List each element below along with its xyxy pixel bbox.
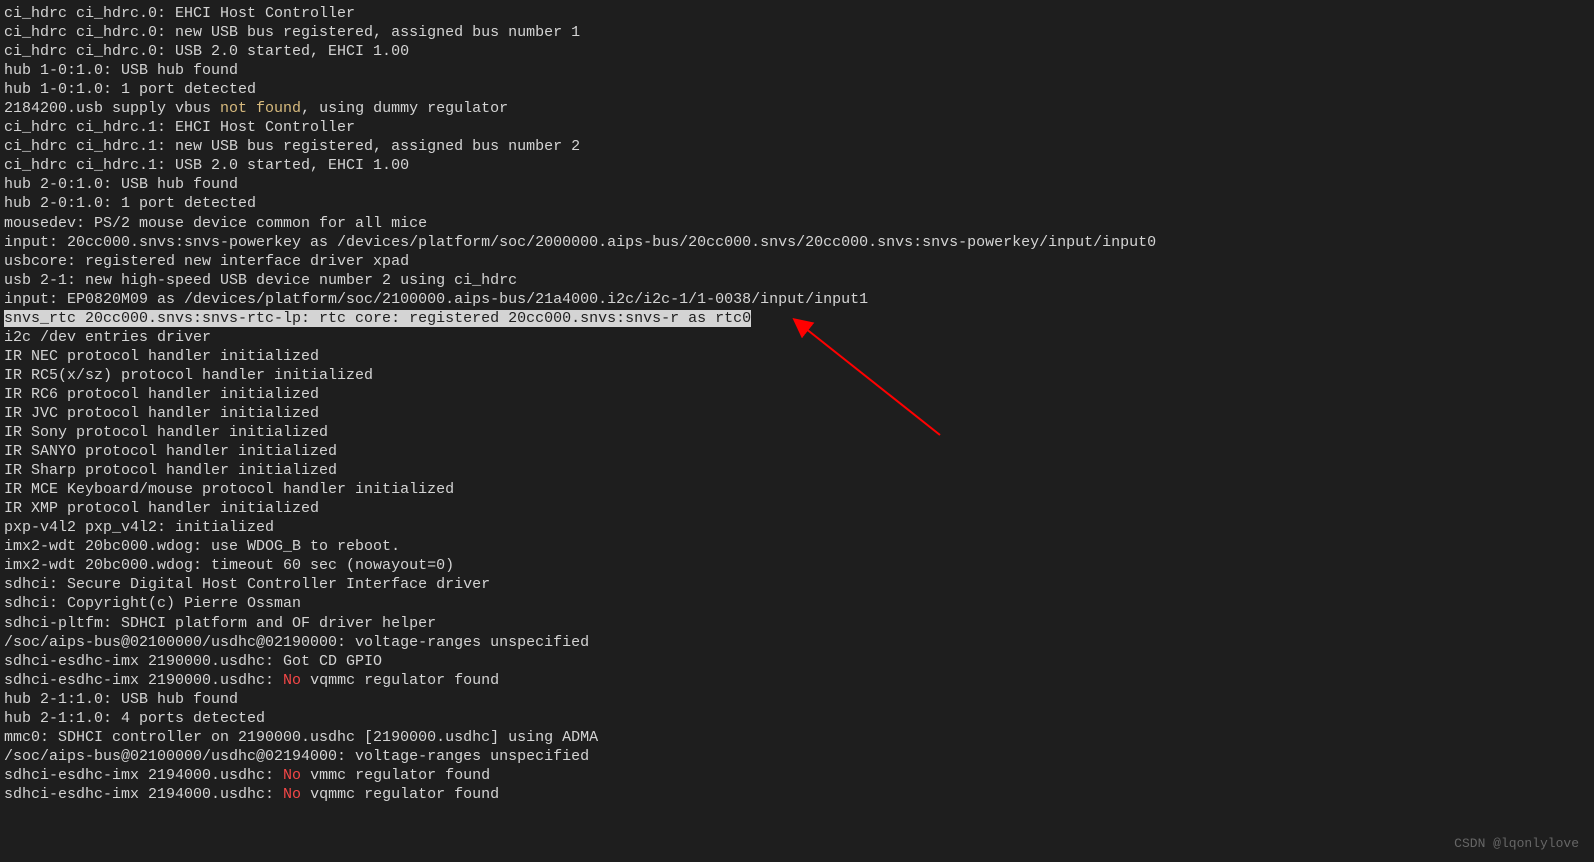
terminal-segment: sdhci-esdhc-imx 2194000.usdhc: <box>4 767 283 784</box>
terminal-line: 2184200.usb supply vbus not found, using… <box>4 99 1590 118</box>
terminal-line: mousedev: PS/2 mouse device common for a… <box>4 214 1590 233</box>
terminal-line: hub 2-1:1.0: USB hub found <box>4 690 1590 709</box>
terminal-segment: No <box>283 767 301 784</box>
terminal-segment: , using dummy regulator <box>301 100 508 117</box>
watermark-text: CSDN @lqonlylove <box>1454 836 1579 853</box>
terminal-line: hub 2-0:1.0: USB hub found <box>4 175 1590 194</box>
terminal-line: hub 1-0:1.0: 1 port detected <box>4 80 1590 99</box>
terminal-line: imx2-wdt 20bc000.wdog: timeout 60 sec (n… <box>4 556 1590 575</box>
terminal-line: IR JVC protocol handler initialized <box>4 404 1590 423</box>
terminal-line: snvs_rtc 20cc000.snvs:snvs-rtc-lp: rtc c… <box>4 309 1590 328</box>
terminal-line: sdhci-pltfm: SDHCI platform and OF drive… <box>4 614 1590 633</box>
terminal-segment: 2184200.usb supply vbus <box>4 100 220 117</box>
terminal-output[interactable]: ci_hdrc ci_hdrc.0: EHCI Host Controllerc… <box>4 4 1590 804</box>
terminal-line: ci_hdrc ci_hdrc.0: new USB bus registere… <box>4 23 1590 42</box>
terminal-line: ci_hdrc ci_hdrc.1: new USB bus registere… <box>4 137 1590 156</box>
terminal-line: IR Sharp protocol handler initialized <box>4 461 1590 480</box>
terminal-line: ci_hdrc ci_hdrc.0: USB 2.0 started, EHCI… <box>4 42 1590 61</box>
terminal-segment: snvs_rtc 20cc000.snvs:snvs-rtc-lp: rtc c… <box>4 310 751 327</box>
terminal-segment: not found <box>220 100 301 117</box>
terminal-line: usbcore: registered new interface driver… <box>4 252 1590 271</box>
terminal-line: IR XMP protocol handler initialized <box>4 499 1590 518</box>
terminal-line: ci_hdrc ci_hdrc.1: USB 2.0 started, EHCI… <box>4 156 1590 175</box>
terminal-line: mmc0: SDHCI controller on 2190000.usdhc … <box>4 728 1590 747</box>
terminal-segment: vqmmc regulator found <box>301 786 499 803</box>
terminal-line: i2c /dev entries driver <box>4 328 1590 347</box>
terminal-line: hub 2-1:1.0: 4 ports detected <box>4 709 1590 728</box>
terminal-segment: sdhci-esdhc-imx 2194000.usdhc: <box>4 786 283 803</box>
terminal-line: IR RC6 protocol handler initialized <box>4 385 1590 404</box>
terminal-line: ci_hdrc ci_hdrc.0: EHCI Host Controller <box>4 4 1590 23</box>
terminal-line: IR SANYO protocol handler initialized <box>4 442 1590 461</box>
terminal-line: hub 1-0:1.0: USB hub found <box>4 61 1590 80</box>
terminal-segment: No <box>283 672 301 689</box>
terminal-line: pxp-v4l2 pxp_v4l2: initialized <box>4 518 1590 537</box>
terminal-line: hub 2-0:1.0: 1 port detected <box>4 194 1590 213</box>
terminal-line: input: 20cc000.snvs:snvs-powerkey as /de… <box>4 233 1590 252</box>
terminal-line: /soc/aips-bus@02100000/usdhc@02194000: v… <box>4 747 1590 766</box>
terminal-line: usb 2-1: new high-speed USB device numbe… <box>4 271 1590 290</box>
terminal-line: IR RC5(x/sz) protocol handler initialize… <box>4 366 1590 385</box>
terminal-line: input: EP0820M09 as /devices/platform/so… <box>4 290 1590 309</box>
terminal-line: imx2-wdt 20bc000.wdog: use WDOG_B to reb… <box>4 537 1590 556</box>
terminal-line: sdhci-esdhc-imx 2194000.usdhc: No vqmmc … <box>4 785 1590 804</box>
terminal-segment: vmmc regulator found <box>301 767 490 784</box>
terminal-line: sdhci-esdhc-imx 2190000.usdhc: Got CD GP… <box>4 652 1590 671</box>
terminal-line: sdhci-esdhc-imx 2190000.usdhc: No vqmmc … <box>4 671 1590 690</box>
terminal-line: sdhci: Copyright(c) Pierre Ossman <box>4 594 1590 613</box>
terminal-segment: vqmmc regulator found <box>301 672 499 689</box>
terminal-line: IR NEC protocol handler initialized <box>4 347 1590 366</box>
terminal-line: sdhci: Secure Digital Host Controller In… <box>4 575 1590 594</box>
terminal-line: IR Sony protocol handler initialized <box>4 423 1590 442</box>
terminal-line: sdhci-esdhc-imx 2194000.usdhc: No vmmc r… <box>4 766 1590 785</box>
terminal-segment: sdhci-esdhc-imx 2190000.usdhc: <box>4 672 283 689</box>
terminal-segment: No <box>283 786 301 803</box>
terminal-line: /soc/aips-bus@02100000/usdhc@02190000: v… <box>4 633 1590 652</box>
terminal-line: IR MCE Keyboard/mouse protocol handler i… <box>4 480 1590 499</box>
terminal-line: ci_hdrc ci_hdrc.1: EHCI Host Controller <box>4 118 1590 137</box>
